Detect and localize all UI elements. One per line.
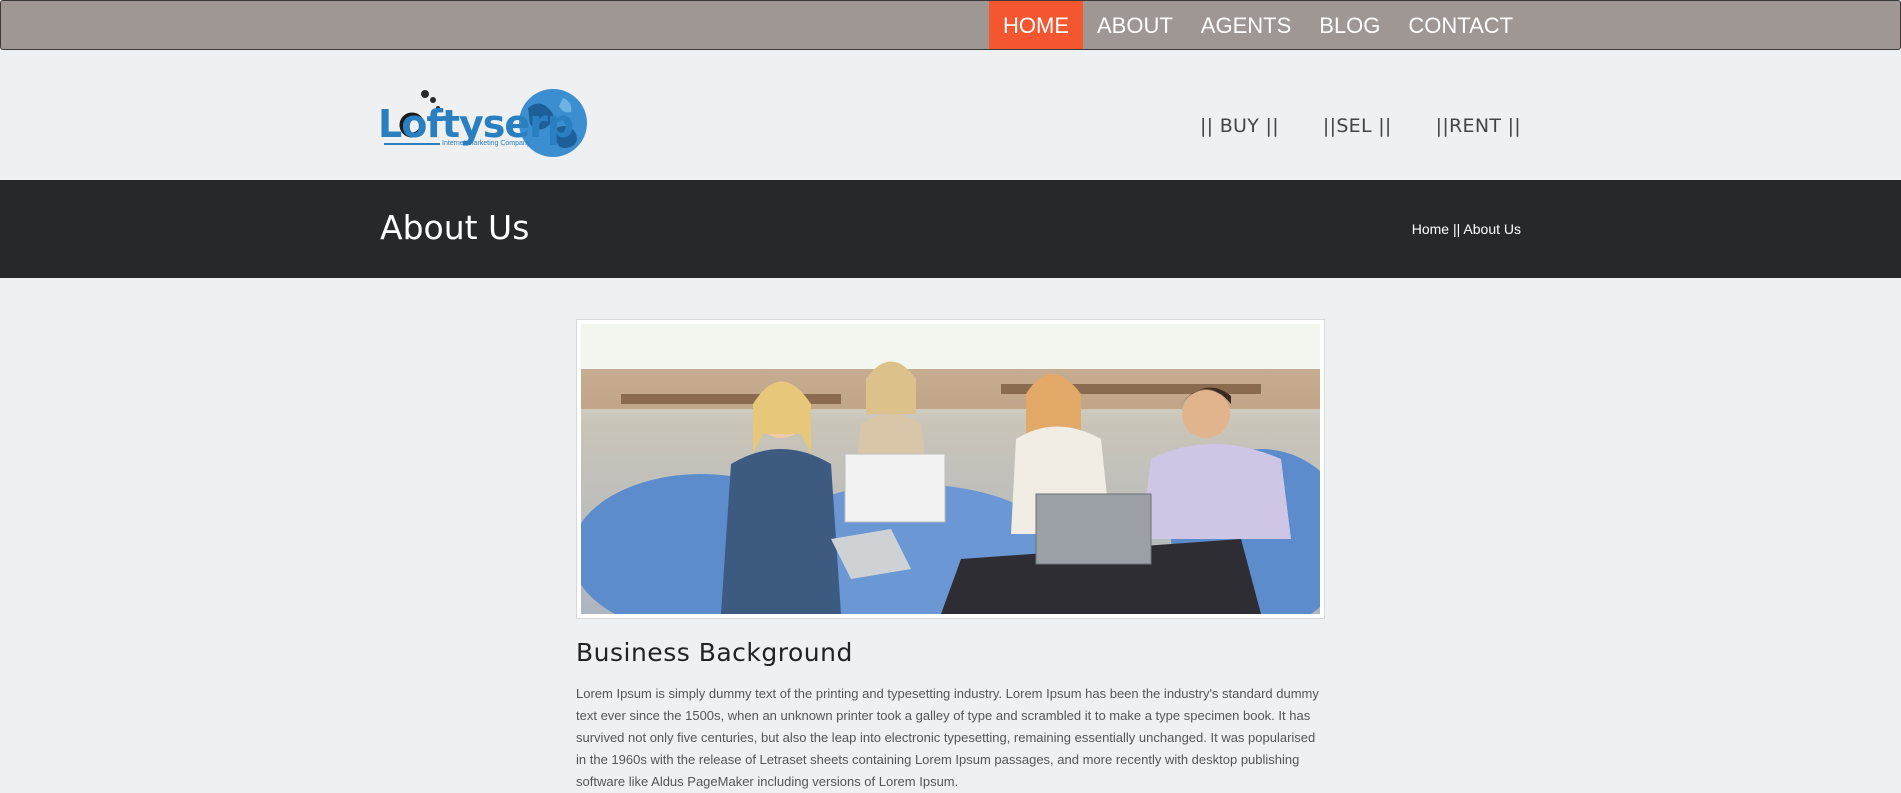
breadcrumb: Home || About Us [1412,221,1521,237]
rent-link[interactable]: ||RENT || [1436,115,1521,137]
buy-link[interactable]: || BUY || [1200,115,1279,137]
nav-agents[interactable]: AGENTS [1187,1,1305,49]
site-header: Loftyserp Internet Marketing Company || … [0,49,1901,180]
team-photo-frame [576,319,1325,619]
nav-blog[interactable]: BLOG [1305,1,1394,49]
property-nav: || BUY || ||SEL || ||RENT || [1200,115,1521,137]
page-title: About Us [380,208,530,247]
breadcrumb-home-link[interactable]: Home [1412,221,1449,237]
nav-about[interactable]: ABOUT [1083,1,1187,49]
nav-contact[interactable]: CONTACT [1394,1,1527,49]
logo-tagline: Internet Marketing Company [442,140,531,147]
nav-home[interactable]: HOME [989,1,1083,49]
main-nav: HOME ABOUT AGENTS BLOG CONTACT [989,1,1527,49]
site-logo[interactable]: Loftyserp Internet Marketing Company [378,88,593,164]
page-title-banner: About Us Home || About Us [0,180,1901,278]
breadcrumb-separator: || [1453,221,1461,237]
top-navigation-bar: HOME ABOUT AGENTS BLOG CONTACT [0,0,1901,50]
sell-link[interactable]: ||SEL || [1323,115,1392,137]
section-paragraph: Lorem Ipsum is simply dummy text of the … [576,686,1319,789]
team-photo [581,324,1320,614]
section-heading: Business Background [576,638,853,667]
breadcrumb-current: About Us [1463,221,1521,237]
